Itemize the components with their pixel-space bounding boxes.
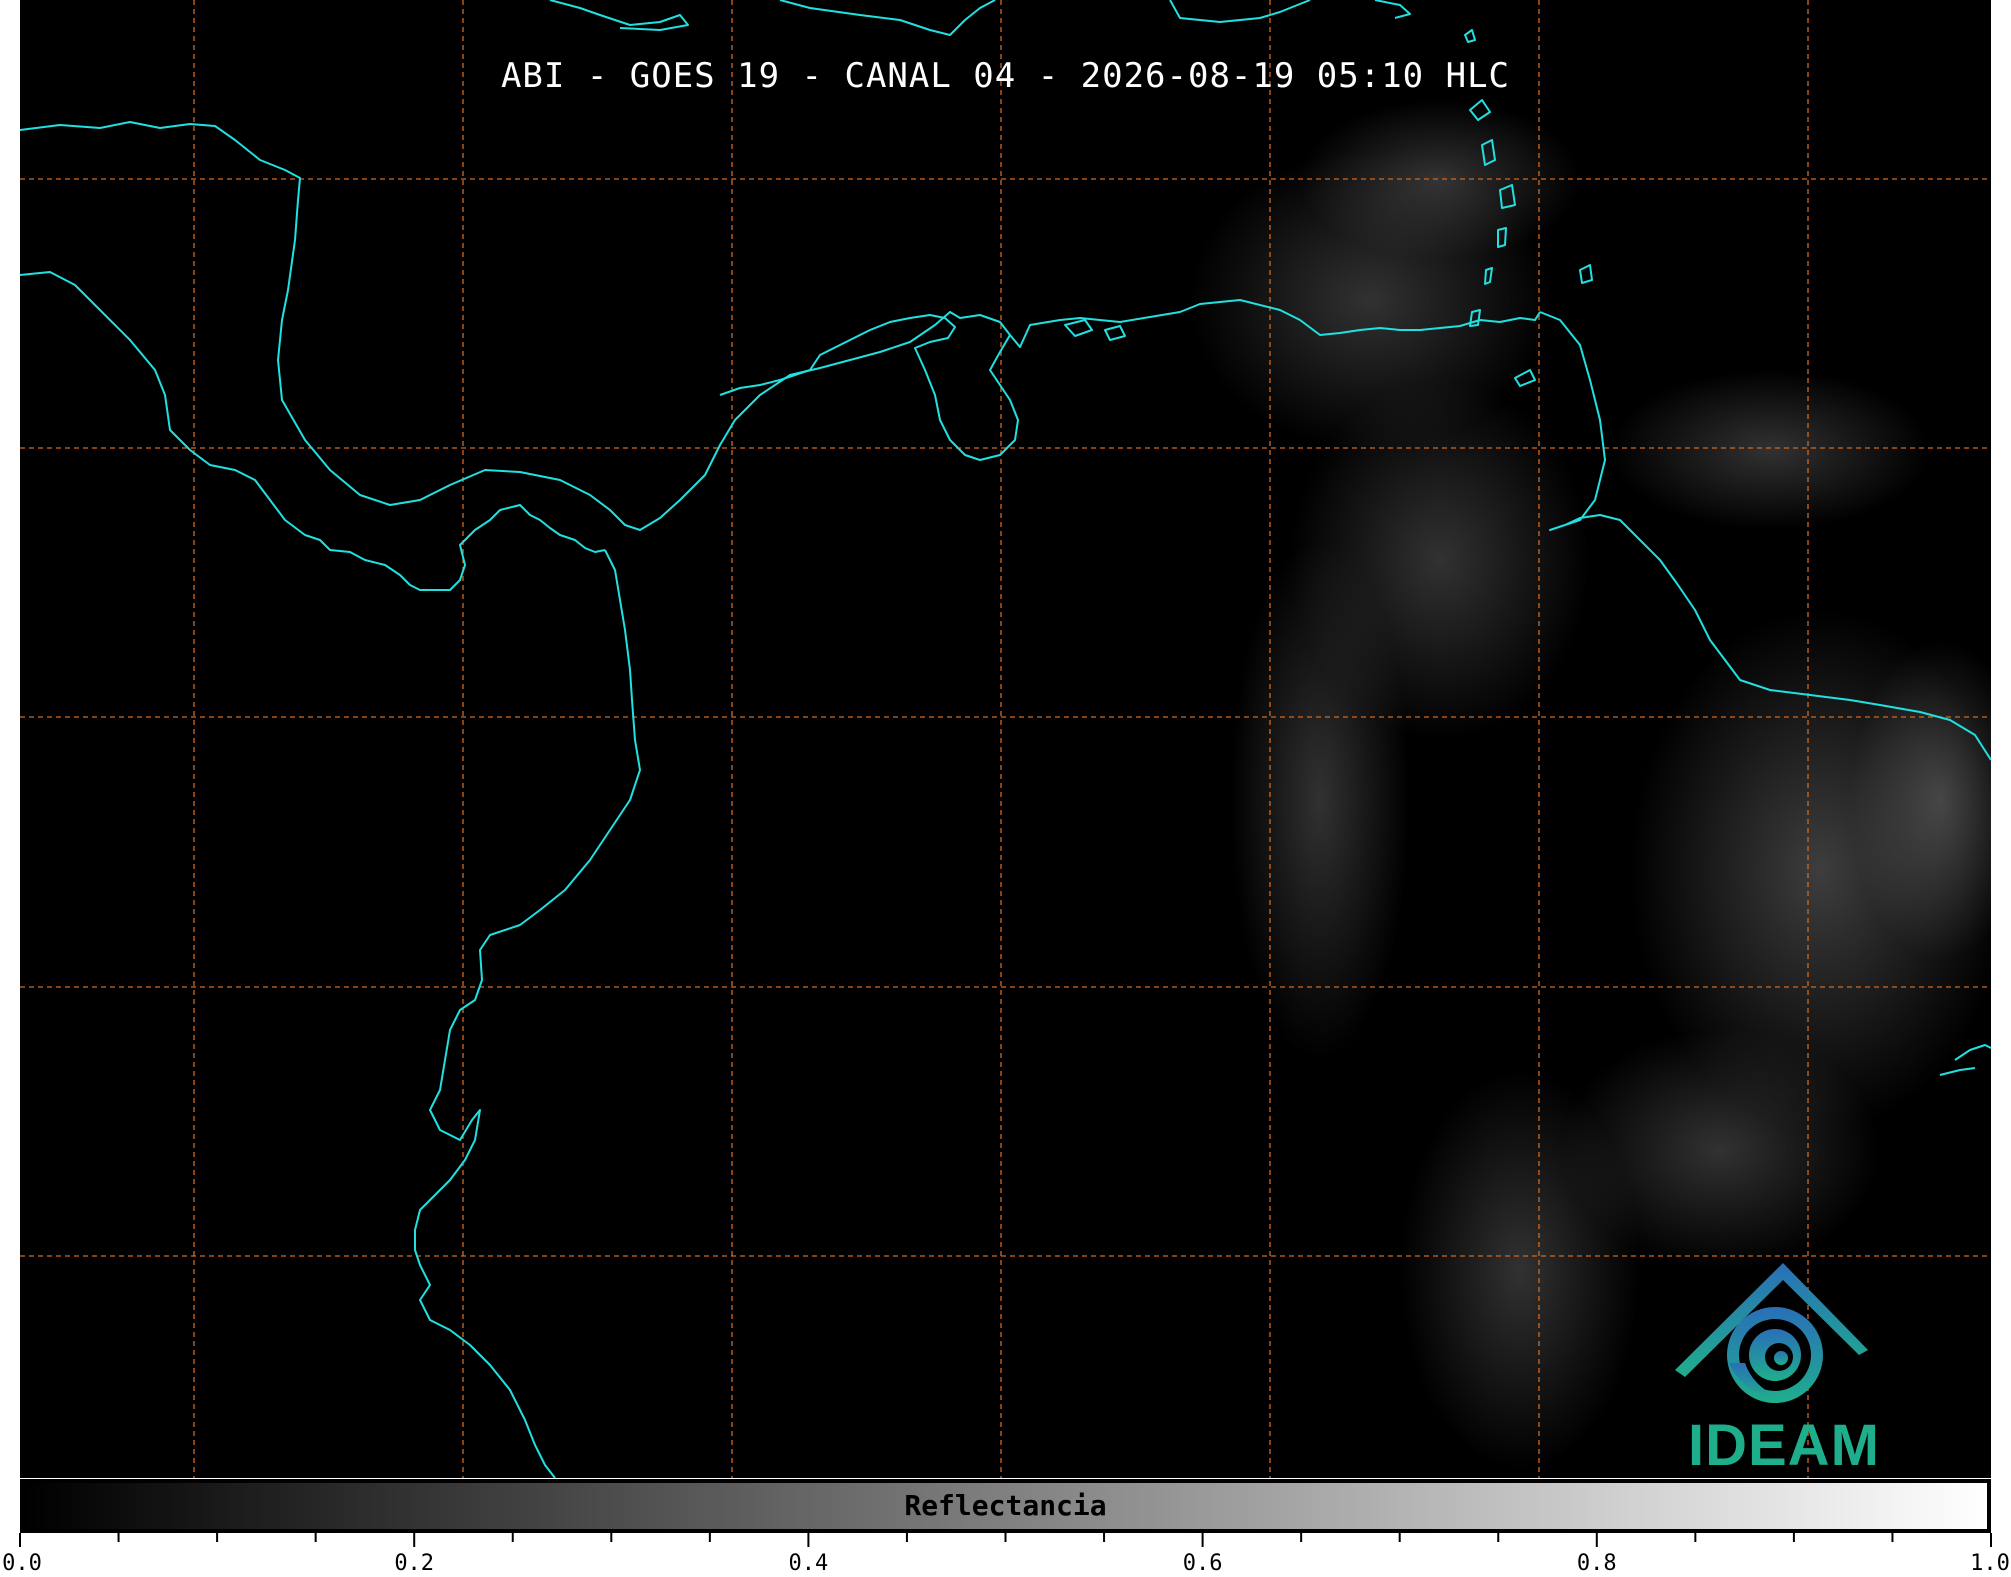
colorbar-tick-label: 0.6: [1182, 1551, 1223, 1576]
colorbar: Reflectancia: [20, 1479, 1991, 1533]
colorbar-tick-label: 0.4: [788, 1551, 829, 1576]
satellite-image-panel: ABI - GOES 19 - CANAL 04 - 2026-08-19 05…: [20, 0, 1991, 1478]
colorbar-tick-label: 0.2: [394, 1551, 435, 1576]
colorbar-tick-label: 1.0: [1970, 1551, 2010, 1576]
map-title: ABI - GOES 19 - CANAL 04 - 2026-08-19 05…: [500, 56, 1511, 96]
ideam-logo-text: IDEAM: [1688, 1413, 1880, 1478]
colorbar-tick-label: 0.8: [1576, 1551, 1617, 1576]
colorbar-label: Reflectancia: [904, 1489, 1107, 1522]
colorbar-ticks: [19, 1533, 1992, 1547]
colorbar-tick-label: 0.0: [2, 1551, 42, 1576]
